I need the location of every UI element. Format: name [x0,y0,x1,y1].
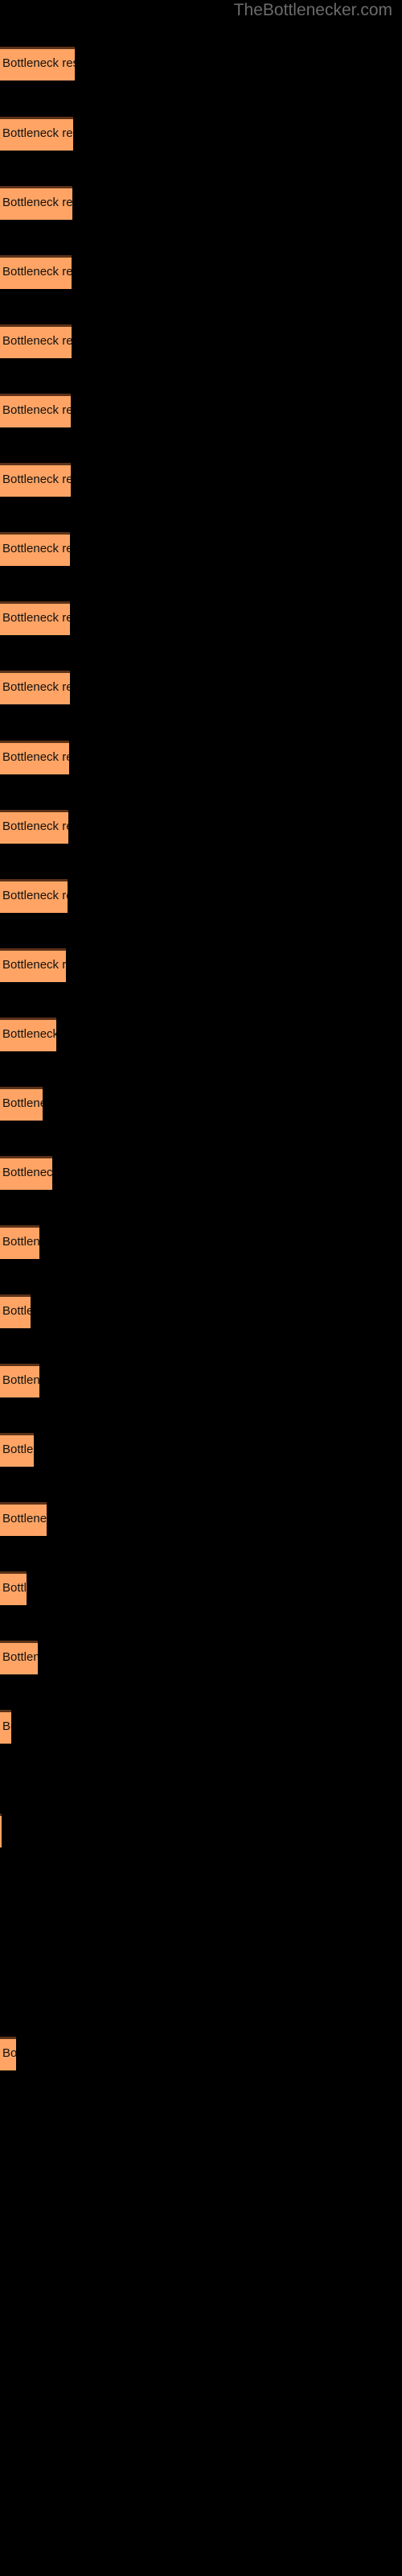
bar[interactable]: Bottleneck result [0,1018,56,1051]
bar[interactable]: Bottleneck result [0,1225,39,1259]
bar-label: Bottleneck result [2,750,69,764]
bar[interactable]: Bottleneck result [0,1710,11,1744]
bar[interactable]: Bottleneck result [0,2037,16,2070]
bar-label: Bottleneck result [2,265,72,279]
bar-label: Bottleneck result [2,56,75,70]
bar[interactable]: Bottleneck result [0,671,70,704]
bar-label: Bottleneck result [2,680,70,694]
bar-label: Bottleneck result [2,126,73,140]
bottleneck-bar-chart: TheBottlenecker.com Bottleneck resultBot… [0,0,402,2576]
bar[interactable]: Bottleneck result [0,948,66,982]
bar-label: Bottleneck result [2,819,68,833]
bar[interactable]: Bottleneck result [0,879,68,913]
bar-label: Bottleneck result [2,611,70,625]
bar-label: Bottleneck result [2,1373,39,1387]
bar[interactable]: Bottleneck result [0,394,71,427]
bar-label: Bottleneck result [2,958,66,972]
bar-label: Bottleneck result [2,196,72,209]
bar[interactable]: Bottleneck result [0,741,69,774]
bar[interactable]: Bottleneck result [0,1156,52,1190]
bar[interactable]: Bottleneck result [0,1641,38,1674]
bar-label: Bottleneck result [2,1650,38,1664]
bar[interactable]: Bottleneck result [0,1433,34,1467]
bar-label: Bottleneck result [2,334,72,348]
bar-label: Bottleneck result [2,1096,43,1110]
bar[interactable]: Bottleneck result [0,463,71,497]
bar-label: Bottleneck result [2,542,70,555]
bar-label: Bottleneck result [2,1027,56,1041]
bar-label: Bottleneck result [2,1581,27,1595]
bar[interactable]: Bottleneck result [0,1364,39,1397]
bar-label: Bottleneck result [2,403,71,417]
bar[interactable]: Bottleneck result [0,186,72,220]
bar[interactable]: Bottleneck result [0,532,70,566]
bar-label: Bottleneck result [2,1304,31,1318]
bar-label: Bottleneck result [2,1512,47,1525]
bar[interactable]: Bottleneck result [0,601,70,635]
bar-label: Bottleneck result [2,2046,16,2060]
bar[interactable]: Bottleneck result [0,255,72,289]
bar-label: Bottleneck result [2,889,68,902]
bar[interactable]: Bottleneck result [0,810,68,844]
bar[interactable]: Bottleneck result [0,1502,47,1536]
bar-label: Bottleneck result [2,1235,39,1249]
bar-label: Bottleneck result [2,1719,11,1733]
bar-label: Bottleneck result [2,473,71,486]
bar[interactable]: Bottleneck result [0,1087,43,1121]
bar-series: Bottleneck result Bottleneck result Bottle… [0,0,402,2576]
bar-label: Bottleneck result [2,1166,52,1179]
bar[interactable]: Bottleneck result [0,324,72,358]
bar[interactable]: Bottleneck result [0,1571,27,1605]
bar-label: Bottleneck result [2,1443,34,1456]
bar[interactable]: Bottleneck result [0,1814,2,1847]
bar[interactable]: Bottleneck result [0,117,73,151]
bar[interactable]: Bottleneck result [0,1294,31,1328]
bar[interactable]: Bottleneck result [0,47,75,80]
